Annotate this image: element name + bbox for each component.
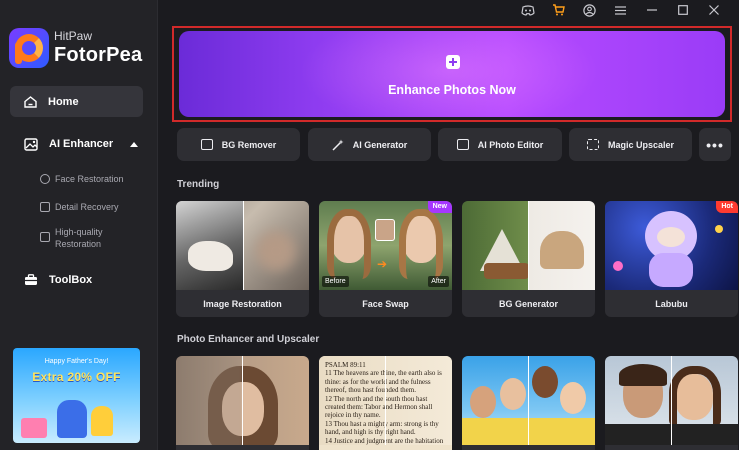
sidebar-item-home[interactable]: Home — [10, 86, 143, 117]
card-thumbnail — [176, 356, 309, 445]
promo-gift-box — [21, 418, 47, 438]
card-thumbnail: ➔ Before After — [319, 201, 452, 290]
tool-label: AI Generator — [352, 139, 408, 150]
image-icon — [24, 137, 38, 151]
magic-wand-icon — [332, 139, 344, 151]
account-icon[interactable] — [582, 3, 597, 17]
chevron-up-icon[interactable] — [130, 141, 139, 147]
card-thumbnail — [605, 201, 738, 290]
card-thumbnail — [462, 201, 595, 290]
card-thumbnail: PSALM 89:11 11 The heavens are thine, th… — [319, 356, 452, 445]
card-image-restoration[interactable]: Image Restoration — [176, 201, 309, 317]
photo-editor-icon — [456, 139, 469, 150]
magic-upscaler-button[interactable]: Magic Upscaler — [569, 128, 692, 161]
discord-icon[interactable] — [520, 3, 535, 17]
sidebar: HitPaw FotorPea Home AI Enhancer Face Re… — [0, 0, 158, 450]
card-label: Face Swap — [362, 298, 409, 309]
detail-icon — [40, 202, 50, 212]
app-logo — [9, 28, 49, 68]
card-face-swap[interactable]: ➔ Before After New Face Swap — [319, 201, 452, 317]
bg-remover-button[interactable]: BG Remover — [177, 128, 300, 161]
sidebar-subitem-label: Detail Recovery — [55, 202, 119, 212]
brand: HitPaw FotorPea — [9, 28, 142, 68]
sidebar-item-toolbox[interactable]: ToolBox — [10, 266, 143, 294]
card-thumbnail — [462, 356, 595, 445]
card-thumbnail — [176, 201, 309, 290]
toolbox-icon — [25, 274, 37, 285]
sidebar-subitem-label: Face Restoration — [55, 174, 124, 184]
card-label: BG Generator — [498, 298, 558, 309]
card-label: Image Restoration — [203, 298, 282, 309]
tool-label: BG Remover — [221, 139, 277, 150]
promo-subtitle: Happy Father's Day! — [44, 358, 109, 365]
sidebar-item-label: Home — [48, 95, 79, 108]
ai-generator-button[interactable]: AI Generator — [308, 128, 431, 161]
card-labubu[interactable]: Hot Labubu — [605, 201, 738, 317]
promo-title: Extra 20% OFF — [32, 370, 121, 384]
hero-highlight: Enhance Photos Now — [172, 26, 732, 122]
card-enhancer-portrait[interactable] — [176, 356, 309, 450]
section-title-trending: Trending — [177, 179, 220, 190]
new-badge: New — [427, 201, 452, 213]
card-enhancer-text[interactable]: PSALM 89:11 11 The heavens are thine, th… — [319, 356, 452, 450]
promo-illustration-child — [91, 406, 113, 436]
minimize-icon[interactable] — [644, 3, 659, 17]
card-thumbnail — [605, 356, 738, 445]
sidebar-item-ai-enhancer[interactable]: AI Enhancer — [10, 130, 143, 158]
hq-icon — [40, 232, 50, 242]
arrow-right-icon: ➔ — [377, 257, 388, 271]
maximize-icon[interactable] — [675, 3, 690, 17]
section-title-enhancer: Photo Enhancer and Upscaler — [177, 334, 320, 345]
title-bar-controls — [520, 3, 721, 17]
cart-icon[interactable] — [551, 3, 566, 17]
more-tools-button[interactable]: ••• — [699, 128, 731, 161]
home-icon — [24, 95, 37, 108]
tool-label: Magic Upscaler — [607, 139, 675, 150]
ai-photo-editor-button[interactable]: AI Photo Editor — [438, 128, 562, 161]
card-label: Labubu — [655, 298, 688, 309]
before-tag: Before — [322, 276, 349, 287]
brand-big: FotorPea — [54, 43, 143, 66]
sidebar-item-label: AI Enhancer — [49, 138, 114, 150]
enhance-photos-button[interactable]: Enhance Photos Now — [179, 31, 725, 117]
enhance-photos-label: Enhance Photos Now — [388, 83, 516, 97]
plus-icon — [446, 55, 460, 69]
face-icon — [40, 174, 50, 184]
close-icon[interactable] — [706, 3, 721, 17]
promo-banner[interactable]: Happy Father's Day! Extra 20% OFF — [13, 348, 140, 443]
sidebar-subitem-detail-recovery[interactable]: Detail Recovery — [40, 201, 119, 213]
card-enhancer-group[interactable] — [462, 356, 595, 450]
menu-icon[interactable] — [613, 3, 628, 17]
upscale-icon — [586, 139, 599, 150]
hot-badge: Hot — [716, 201, 738, 213]
card-bg-generator[interactable]: BG Generator — [462, 201, 595, 317]
brand-small: HitPaw — [54, 29, 93, 44]
sidebar-item-label: ToolBox — [49, 274, 93, 286]
tool-label: AI Photo Editor — [477, 139, 544, 150]
more-icon: ••• — [706, 136, 724, 153]
after-tag: After — [428, 276, 449, 287]
promo-illustration — [57, 400, 87, 438]
sidebar-subitem-high-quality-restoration[interactable]: High-quality Restoration — [40, 226, 120, 250]
sidebar-subitem-label: High-quality Restoration — [55, 227, 103, 249]
sidebar-subitem-face-restoration[interactable]: Face Restoration — [40, 173, 124, 185]
card-enhancer-couple[interactable] — [605, 356, 738, 450]
bg-remover-icon — [200, 139, 213, 150]
